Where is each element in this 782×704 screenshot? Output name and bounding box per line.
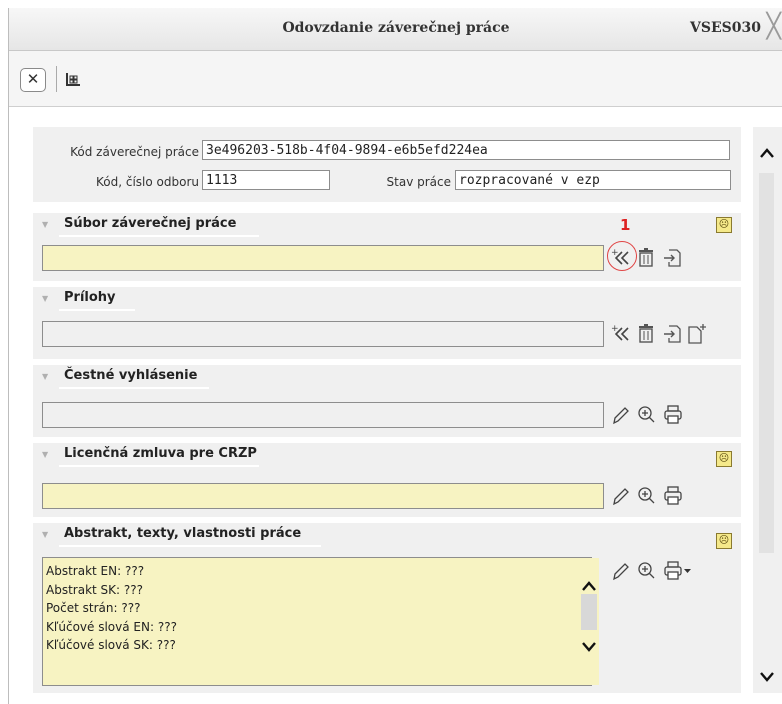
sad-face-icon: ☹: [716, 533, 732, 549]
main-scroll-thumb[interactable]: [759, 173, 774, 553]
new-document-icon[interactable]: [686, 322, 708, 346]
collapse-icon[interactable]: ▼: [42, 294, 48, 303]
stav-field[interactable]: rozpracované v ezp: [455, 170, 731, 190]
section-underline: [59, 545, 321, 547]
trash-icon[interactable]: [636, 246, 658, 270]
textarea-scrollbar[interactable]: [579, 558, 599, 685]
abstract-line: Kľúčové slová EN: ???: [46, 619, 177, 634]
abstract-textarea[interactable]: Abstrakt EN: ??? Abstrakt SK: ??? Počet …: [42, 557, 599, 686]
section-title: Súbor záverečnej práce: [64, 216, 237, 231]
import-icon[interactable]: [662, 322, 684, 346]
abstract-line: Počet strán: ???: [46, 601, 141, 615]
trash-icon[interactable]: [636, 322, 658, 346]
zoom-icon[interactable]: [636, 484, 658, 508]
section-cestne: ▼ Čestné vyhlásenie: [33, 365, 741, 437]
window-code: VSES030: [690, 20, 761, 36]
stav-label: Stav práce: [386, 175, 451, 189]
prilohy-file-field[interactable]: [42, 321, 604, 347]
section-subor: ▼ Súbor záverečnej práce ☹ +: [33, 213, 741, 281]
title-bar: Odovzdanie záverečnej práce VSES030 ╳: [9, 8, 782, 51]
sad-face-icon: ☹: [716, 451, 732, 467]
scroll-down-icon[interactable]: [581, 641, 597, 653]
kod-field[interactable]: 3e496203-518b-4f04-9894-e6b5efd224ea: [202, 140, 730, 160]
scroll-up-icon[interactable]: [581, 580, 597, 592]
section-title: Abstrakt, texty, vlastnosti práce: [64, 526, 302, 541]
section-prilohy: ▼ Prílohy +: [33, 287, 741, 359]
textarea-scroll-thumb[interactable]: [581, 594, 597, 630]
kod-label: Kód záverečnej práce: [70, 145, 199, 159]
section-underline: [59, 387, 209, 389]
print-icon[interactable]: [662, 484, 684, 508]
collapse-icon[interactable]: ▼: [42, 530, 48, 539]
main-scrollbar[interactable]: [753, 127, 782, 693]
section-header[interactable]: ▼ Licenčná zmluva pre CRZP ☹: [33, 443, 741, 467]
section-title: Licenčná zmluva pre CRZP: [64, 446, 257, 461]
toolbar-divider: [56, 66, 57, 92]
odbor-field[interactable]: 1113: [202, 170, 330, 190]
section-header[interactable]: ▼ Prílohy: [33, 287, 741, 311]
abstract-line: Abstrakt SK: ???: [46, 582, 143, 597]
subor-file-field[interactable]: [42, 245, 604, 271]
upload-icon[interactable]: +: [610, 322, 632, 346]
dialog-window: Odovzdanie záverečnej práce VSES030 ╳ ✕ …: [8, 8, 782, 704]
close-button[interactable]: ✕: [20, 68, 46, 92]
edit-icon[interactable]: [610, 484, 632, 508]
print-icon[interactable]: [662, 559, 696, 583]
form-content: Kód záverečnej práce 3e496203-518b-4f04-…: [9, 107, 782, 704]
sad-face-icon: ☹: [716, 217, 732, 233]
collapse-icon[interactable]: ▼: [42, 220, 48, 229]
edit-icon[interactable]: [610, 559, 632, 583]
section-underline: [59, 235, 259, 237]
section-licencna: ▼ Licenčná zmluva pre CRZP ☹: [33, 443, 741, 517]
section-underline: [59, 309, 135, 311]
odbor-label: Kód, číslo odboru: [96, 175, 199, 189]
zoom-icon[interactable]: [636, 403, 658, 427]
scroll-down-icon[interactable]: [759, 671, 775, 683]
window-close-icon[interactable]: ╳: [767, 14, 781, 38]
header-panel: [33, 127, 741, 202]
abstract-line: Kľúčové slová SK: ???: [46, 638, 176, 652]
section-abstrakt: ▼ Abstrakt, texty, vlastnosti práce ☹ Ab…: [33, 523, 741, 693]
cestne-field[interactable]: [42, 402, 604, 428]
annotation-circle: [607, 241, 637, 271]
scroll-up-icon[interactable]: [759, 147, 775, 159]
toolbar: ✕: [9, 51, 782, 107]
section-title: Prílohy: [64, 290, 116, 305]
section-header[interactable]: ▼ Abstrakt, texty, vlastnosti práce ☹: [33, 523, 741, 549]
edit-icon[interactable]: [610, 403, 632, 427]
import-icon[interactable]: [662, 246, 684, 270]
section-title: Čestné vyhlásenie: [64, 368, 198, 383]
print-icon[interactable]: [662, 403, 684, 427]
collapse-icon[interactable]: ▼: [42, 450, 48, 459]
section-header[interactable]: ▼ Čestné vyhlásenie: [33, 365, 741, 389]
annotation-number: 1: [620, 216, 631, 234]
section-header[interactable]: ▼ Súbor záverečnej práce ☹: [33, 213, 741, 237]
licencna-field[interactable]: [42, 483, 604, 509]
window-title: Odovzdanie záverečnej práce: [282, 20, 510, 36]
grid-icon[interactable]: [65, 72, 81, 87]
collapse-icon[interactable]: ▼: [42, 372, 48, 381]
section-underline: [59, 465, 259, 467]
zoom-icon[interactable]: [636, 559, 658, 583]
abstract-line: Abstrakt EN: ???: [46, 564, 145, 578]
